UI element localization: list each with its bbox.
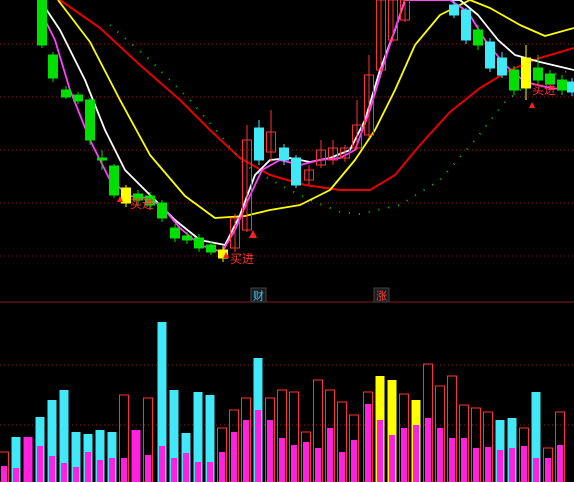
- volume-inner-bar: [85, 452, 91, 482]
- candle-body: [109, 165, 119, 196]
- candle-body: [48, 54, 58, 79]
- candle-body: [449, 4, 459, 16]
- candle-body: [73, 94, 83, 102]
- volume-inner-bar: [351, 440, 357, 482]
- volume-inner-bar: [545, 458, 551, 482]
- candlestick-series: [37, 0, 574, 262]
- volume-inner-bar: [145, 455, 151, 482]
- candle-body: [473, 29, 483, 46]
- stock-chart[interactable]: 买进 买进 买进 财涨: [0, 0, 574, 482]
- candle-body: [521, 57, 531, 89]
- volume-inner-bar: [195, 462, 201, 482]
- volume-inner-bar: [365, 404, 371, 482]
- volume-inner-bar: [401, 428, 407, 482]
- chart-canvas[interactable]: 买进买进买进 财涨: [0, 0, 574, 482]
- volume-panel: [0, 322, 565, 482]
- volume-inner-bar: [389, 435, 395, 482]
- volume-inner-bar: [315, 448, 321, 482]
- volume-inner-bar: [413, 425, 419, 482]
- ma-yellow-line: [57, 0, 574, 219]
- volume-inner-bar: [159, 446, 165, 482]
- volume-inner-bar: [73, 467, 79, 482]
- event-marker-label: 涨: [376, 290, 387, 303]
- volume-inner-bar: [13, 468, 19, 482]
- volume-inner-bar: [109, 458, 115, 482]
- volume-inner-bar: [183, 453, 189, 482]
- volume-inner-bar: [425, 418, 431, 482]
- volume-inner-bar: [231, 432, 237, 482]
- volume-inner-bar: [243, 420, 249, 482]
- ma-magenta-line: [39, 0, 574, 253]
- volume-inner-bar: [255, 410, 261, 482]
- volume-inner-bar: [171, 458, 177, 482]
- buy-arrow-icon: [249, 230, 257, 238]
- event-marker-label: 财: [253, 289, 264, 303]
- volume-inner-bar: [533, 458, 539, 482]
- candle-body: [291, 157, 301, 186]
- volume-inner-bar: [449, 438, 455, 482]
- moving-average-lines: [39, 0, 574, 253]
- volume-inner-bar: [377, 420, 383, 482]
- event-marker[interactable]: 财: [250, 287, 267, 303]
- candle-body: [85, 99, 95, 141]
- candle-body: [170, 227, 180, 239]
- volume-inner-bar: [37, 446, 43, 482]
- volume-inner-bar: [279, 438, 285, 482]
- event-markers: 财涨: [250, 287, 390, 303]
- volume-inner-bar: [485, 447, 491, 482]
- candle-body: [279, 147, 289, 161]
- volume-inner-bar: [291, 445, 297, 482]
- volume-inner-bar: [267, 420, 273, 482]
- volume-inner-bar: [1, 466, 7, 482]
- candle-body: [485, 41, 495, 69]
- volume-inner-bar: [49, 456, 55, 482]
- candle-body: [567, 81, 574, 93]
- dotted-green-line: [109, 24, 574, 215]
- candle-body: [182, 235, 192, 241]
- buy-signal-label: 买进: [532, 83, 556, 97]
- volume-inner-bar: [25, 450, 31, 482]
- candle-body: [37, 0, 47, 46]
- volume-inner-bar: [121, 458, 127, 482]
- volume-inner-bar: [219, 452, 225, 482]
- candle-body: [557, 79, 567, 91]
- ma-white-line: [39, 0, 574, 246]
- candle-body: [533, 67, 543, 81]
- volume-inner-bar: [97, 460, 103, 482]
- candle-body: [461, 9, 471, 41]
- candle-body: [509, 69, 519, 91]
- volume-inner-bar: [473, 448, 479, 482]
- volume-inner-bar: [61, 463, 67, 482]
- volume-inner-bar: [521, 446, 527, 482]
- event-marker[interactable]: 涨: [373, 287, 390, 303]
- candle-body: [206, 244, 216, 253]
- volume-inner-bar: [133, 448, 139, 482]
- volume-inner-bar: [327, 428, 333, 482]
- volume-inner-bar: [303, 442, 309, 482]
- volume-inner-bar: [509, 448, 515, 482]
- buy-arrow-icon: [529, 102, 535, 108]
- buy-signal-label: 买进: [230, 252, 254, 266]
- candle-body: [497, 57, 507, 76]
- volume-inner-bar: [461, 438, 467, 482]
- volume-inner-bar: [339, 452, 345, 482]
- buy-signal-label: 买进: [130, 197, 154, 211]
- candle-body: [254, 127, 264, 161]
- volume-inner-bar: [557, 445, 563, 482]
- candle-body: [194, 237, 204, 249]
- volume-inner-bar: [437, 428, 443, 482]
- volume-inner-bar: [497, 450, 503, 482]
- candle-body: [97, 157, 107, 161]
- candle-body: [157, 202, 167, 219]
- candle-body: [61, 89, 71, 98]
- volume-inner-bar: [207, 462, 213, 482]
